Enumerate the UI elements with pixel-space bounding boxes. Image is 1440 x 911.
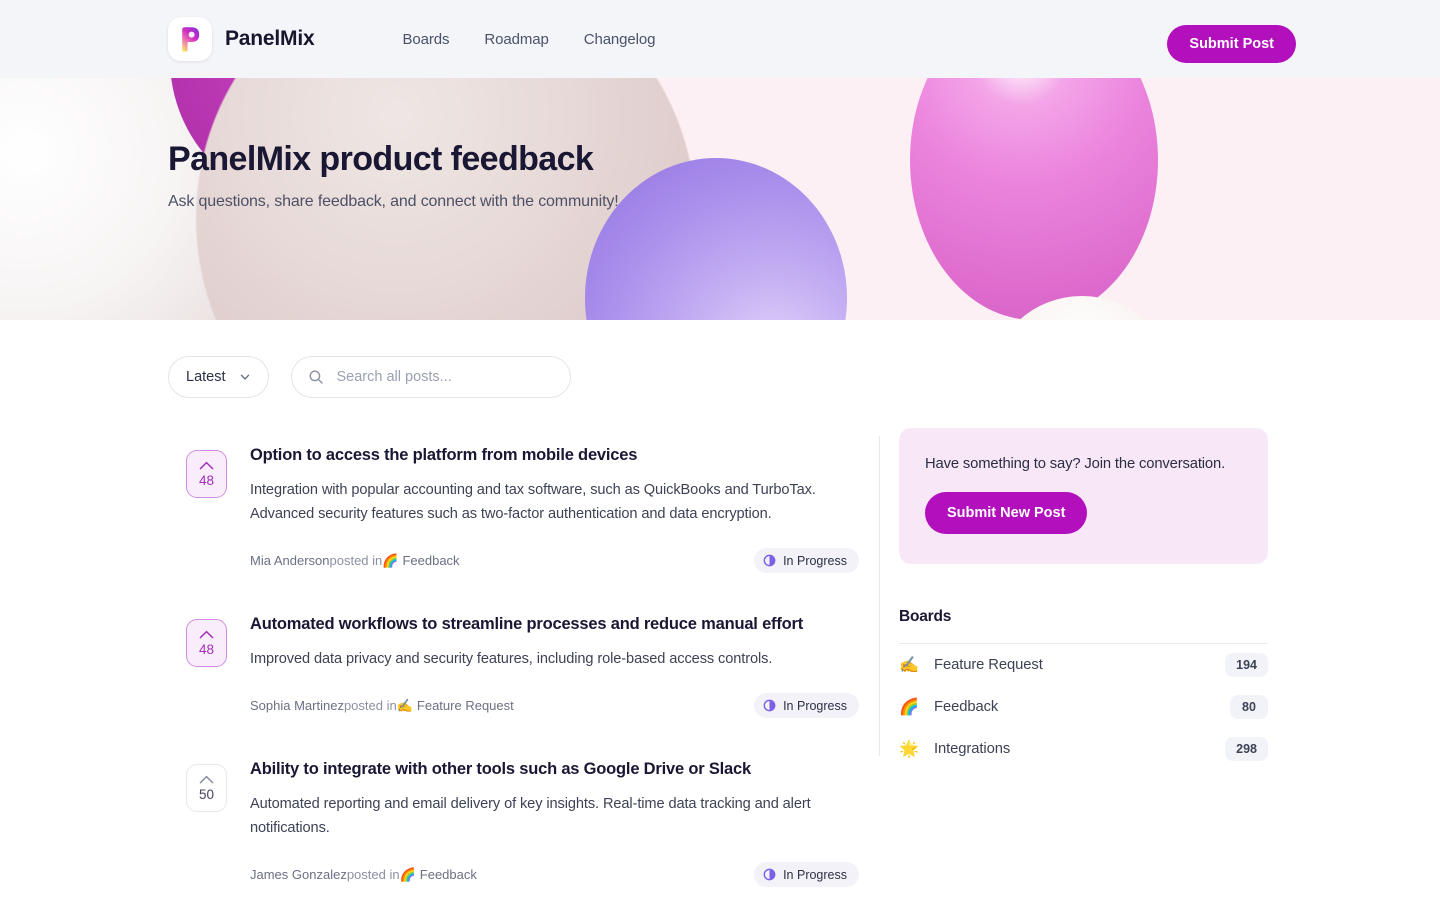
post-card[interactable]: 48 Automated workflows to streamline pro…	[168, 597, 859, 742]
upvote-arrow-icon	[199, 461, 214, 470]
nav-item-roadmap[interactable]: Roadmap	[484, 31, 548, 48]
post-meta-connector: posted in	[346, 867, 400, 882]
in-progress-icon	[763, 699, 776, 712]
post-author: Sophia Martinez	[250, 698, 344, 713]
sort-dropdown-value: Latest	[186, 369, 226, 385]
post-author: Mia Anderson	[250, 553, 330, 568]
hero-banner: PanelMix product feedback Ask questions,…	[0, 78, 1440, 320]
search-icon	[308, 369, 324, 385]
status-badge: In Progress	[754, 862, 859, 887]
post-board-link[interactable]: ✍️ Feature Request	[397, 698, 514, 714]
main-nav: Boards Roadmap Changelog	[402, 31, 655, 48]
upvote-count: 48	[198, 641, 215, 657]
post-description: Improved data privacy and security featu…	[250, 651, 773, 667]
upvote-button[interactable]: 48	[186, 450, 227, 498]
submit-post-button[interactable]: Submit Post	[1167, 25, 1296, 63]
status-badge-label: In Progress	[783, 553, 847, 568]
board-name: Feedback	[934, 699, 999, 715]
board-count-badge: 80	[1230, 695, 1268, 719]
submit-new-post-button[interactable]: Submit New Post	[925, 492, 1088, 534]
search-field[interactable]	[290, 356, 571, 398]
sort-dropdown[interactable]: Latest	[168, 356, 269, 398]
post-title[interactable]: Option to access the platform from mobil…	[250, 446, 859, 465]
content-divider	[859, 428, 899, 911]
sidebar-board-feedback[interactable]: 🌈 Feedback 80	[899, 686, 1268, 728]
star-icon: 🌟	[899, 741, 919, 758]
sidebar-board-integrations[interactable]: 🌟 Integrations 298	[899, 728, 1268, 770]
search-input[interactable]	[334, 368, 554, 386]
board-name: Integrations	[934, 741, 1011, 757]
post-description: Automated reporting and email delivery o…	[250, 796, 811, 836]
status-badge-label: In Progress	[783, 698, 847, 713]
post-description: Integration with popular accounting and …	[250, 482, 816, 522]
writing-hand-icon: ✍️	[899, 657, 919, 674]
board-count-badge: 194	[1225, 653, 1268, 677]
page-title: PanelMix product feedback	[168, 140, 594, 178]
post-board-name: Feedback	[419, 867, 477, 882]
post-meta: Mia Anderson posted in 🌈 Feedback	[250, 553, 460, 569]
post-board-link[interactable]: 🌈 Feedback	[382, 553, 459, 569]
post-meta: James Gonzalez posted in 🌈 Feedback	[250, 867, 477, 883]
post-meta-connector: posted in	[329, 553, 383, 568]
post-card[interactable]: 50 Ability to integrate with other tools…	[168, 742, 859, 911]
upvote-arrow-icon	[199, 630, 214, 639]
status-badge: In Progress	[754, 548, 859, 573]
upvote-arrow-icon	[199, 775, 214, 784]
filter-toolbar: Latest	[168, 320, 1296, 398]
upvote-count: 50	[198, 786, 215, 802]
board-name: Feature Request	[934, 657, 1043, 673]
brand[interactable]: PanelMix	[168, 17, 315, 61]
site-header: PanelMix Boards Roadmap Changelog Submit…	[0, 0, 1440, 78]
cta-text: Have something to say? Join the conversa…	[925, 456, 1226, 472]
chevron-down-icon	[239, 371, 251, 383]
post-title[interactable]: Ability to integrate with other tools su…	[250, 760, 859, 779]
post-title[interactable]: Automated workflows to streamline proces…	[250, 615, 859, 634]
rainbow-icon: 🌈	[399, 866, 416, 882]
upvote-button[interactable]: 48	[186, 619, 227, 667]
post-board-name: Feature Request	[416, 698, 514, 713]
status-badge-label: In Progress	[783, 867, 847, 882]
post-card[interactable]: 48 Option to access the platform from mo…	[168, 428, 859, 597]
panelmix-logo-icon	[168, 17, 212, 61]
status-badge: In Progress	[754, 693, 859, 718]
upvote-button[interactable]: 50	[186, 764, 227, 812]
in-progress-icon	[763, 868, 776, 881]
post-board-link[interactable]: 🌈 Feedback	[400, 867, 477, 883]
board-count-badge: 298	[1225, 737, 1268, 761]
rainbow-icon: 🌈	[899, 699, 919, 716]
brand-name: PanelMix	[225, 27, 315, 50]
post-meta-connector: posted in	[343, 698, 397, 713]
boards-heading: Boards	[899, 608, 952, 625]
in-progress-icon	[763, 554, 776, 567]
posts-list: 48 Option to access the platform from mo…	[168, 428, 859, 911]
upvote-count: 48	[198, 472, 215, 488]
page-subtitle: Ask questions, share feedback, and conne…	[168, 193, 619, 210]
post-board-name: Feedback	[402, 553, 460, 568]
nav-item-boards[interactable]: Boards	[402, 31, 449, 48]
nav-item-changelog[interactable]: Changelog	[584, 31, 656, 48]
rainbow-icon: 🌈	[382, 552, 399, 568]
post-author: James Gonzalez	[250, 867, 347, 882]
writing-hand-icon: ✍️	[396, 697, 413, 713]
sidebar: Have something to say? Join the conversa…	[899, 428, 1268, 911]
post-meta: Sophia Martinez posted in ✍️ Feature Req…	[250, 698, 514, 714]
sidebar-board-feature-request[interactable]: ✍️ Feature Request 194	[899, 644, 1268, 686]
cta-card: Have something to say? Join the conversa…	[899, 428, 1268, 564]
